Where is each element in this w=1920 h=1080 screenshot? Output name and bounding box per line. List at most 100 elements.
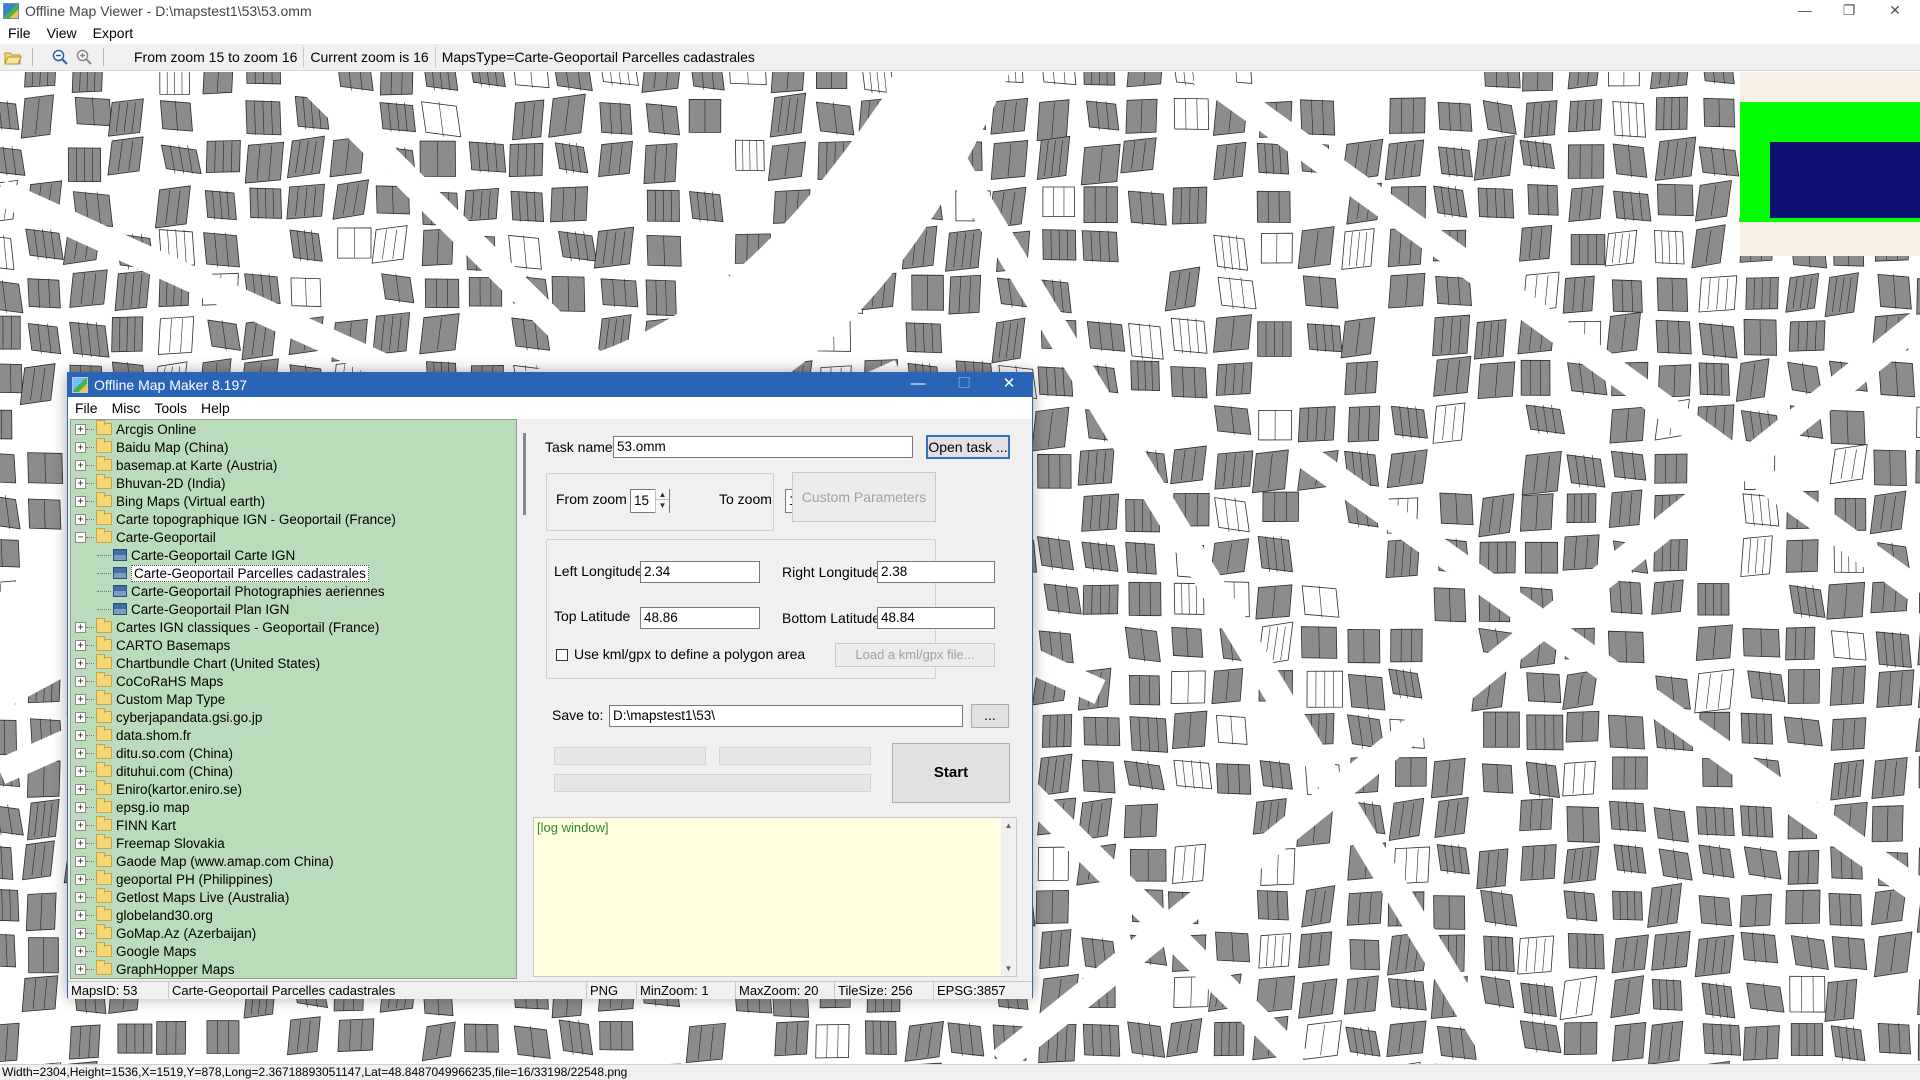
tree-child-item[interactable]: Carte-Geoportail Photographies aeriennes <box>71 582 516 600</box>
minimize-button[interactable]: — <box>1782 0 1828 22</box>
open-task-button[interactable]: Open task ... <box>926 435 1010 459</box>
browse-folder-button[interactable]: ... <box>971 704 1009 728</box>
scroll-down-arrow-icon[interactable]: ▼ <box>1001 961 1016 976</box>
tree-item[interactable]: + Gaode Map (www.amap.com China) <box>71 852 516 870</box>
right-longitude-field[interactable]: 2.38 <box>877 561 995 583</box>
tree-item[interactable]: + Custom Map Type <box>71 690 516 708</box>
tree-item[interactable]: + GraphHopper Maps <box>71 960 516 978</box>
expand-icon[interactable]: + <box>75 765 86 777</box>
tree-item[interactable]: + epsg.io map <box>71 798 516 816</box>
kml-checkbox[interactable] <box>556 649 568 661</box>
expand-icon[interactable]: + <box>75 441 86 453</box>
expand-icon[interactable]: + <box>75 891 86 903</box>
menu-file[interactable]: File <box>0 25 39 41</box>
scroll-up-arrow-icon[interactable]: ▲ <box>1001 818 1016 833</box>
open-folder-icon[interactable] <box>2 46 24 68</box>
tree-item[interactable]: + Baidu Map (China) <box>71 438 516 456</box>
tree-item[interactable]: + Getlost Maps Live (Australia) <box>71 888 516 906</box>
expand-icon[interactable]: + <box>75 513 86 525</box>
expand-icon[interactable]: + <box>75 819 86 831</box>
dialog-close-button[interactable]: ✕ <box>986 373 1032 397</box>
tree-child-item[interactable]: Carte-Geoportail Carte IGN <box>71 546 516 564</box>
tree-item[interactable]: + GoMap.Az (Azerbaijan) <box>71 924 516 942</box>
tree-item[interactable]: + FINN Kart <box>71 816 516 834</box>
expand-icon[interactable]: + <box>75 873 86 885</box>
left-longitude-field[interactable]: 2.34 <box>640 561 760 583</box>
tree-item[interactable]: + globeland30.org <box>71 906 516 924</box>
parcel-block <box>1703 72 1735 85</box>
tree-item[interactable]: + Cartes IGN classiques - Geoportail (Fra… <box>71 618 516 636</box>
close-button[interactable]: ✕ <box>1872 0 1918 22</box>
expand-icon[interactable]: + <box>75 657 86 669</box>
from-zoom-spinbox[interactable]: 15 ▲ ▼ <box>630 489 670 513</box>
dialog-maximize-button[interactable]: ☐ <box>941 373 987 397</box>
tree-item[interactable]: + Google Maps <box>71 942 516 960</box>
expand-icon[interactable]: + <box>75 495 86 507</box>
expand-icon[interactable]: + <box>75 675 86 687</box>
start-button[interactable]: Start <box>892 743 1010 803</box>
zoom-out-icon[interactable] <box>49 46 71 68</box>
expand-icon[interactable]: + <box>75 459 86 471</box>
log-window[interactable]: [log window] ▲ ▼ <box>533 817 1017 977</box>
tree-item[interactable]: + Arcgis Online <box>71 420 516 438</box>
tree-item[interactable]: + Eniro(kartor.eniro.se) <box>71 780 516 798</box>
main-titlebar: Offline Map Viewer - D:\mapstest1\53\53.… <box>0 0 1920 22</box>
expand-icon[interactable]: + <box>75 801 86 813</box>
tree-child-item[interactable]: Carte-Geoportail Plan IGN <box>71 600 516 618</box>
expand-icon[interactable]: + <box>75 783 86 795</box>
tree-item[interactable]: + ditu.so.com (China) <box>71 744 516 762</box>
tree-item[interactable]: + dituhui.com (China) <box>71 762 516 780</box>
expand-icon[interactable]: + <box>75 855 86 867</box>
tree-item[interactable]: + geoportal PH (Philippines) <box>71 870 516 888</box>
top-latitude-field[interactable]: 48.86 <box>640 607 760 629</box>
log-scrollbar[interactable]: ▲ ▼ <box>1001 818 1016 976</box>
expand-icon[interactable]: + <box>75 423 86 435</box>
collapse-icon[interactable]: − <box>75 531 86 543</box>
tree-item[interactable]: + CoCoRaHS Maps <box>71 672 516 690</box>
overview-minimap[interactable] <box>1740 72 1920 256</box>
kml-checkbox-label[interactable]: Use kml/gpx to define a polygon area <box>574 646 805 662</box>
zoom-in-icon[interactable] <box>73 46 95 68</box>
expand-icon[interactable]: + <box>75 747 86 759</box>
overview-viewport[interactable] <box>1770 142 1920 218</box>
expand-icon[interactable]: + <box>75 477 86 489</box>
dialog-menu-file[interactable]: File <box>68 400 105 416</box>
tree-item[interactable]: + Chartbundle Chart (United States) <box>71 654 516 672</box>
tree-item[interactable]: + cyberjapandata.gsi.go.jp <box>71 708 516 726</box>
pane-splitter[interactable] <box>523 433 526 515</box>
tree-item[interactable]: + CARTO Basemaps <box>71 636 516 654</box>
tree-item[interactable]: + Freemap Slovakia <box>71 834 516 852</box>
expand-icon[interactable]: + <box>75 945 86 957</box>
save-to-field[interactable]: D:\mapstest1\53\ <box>609 705 963 727</box>
tree-item[interactable]: + Carte topographique IGN - Geoportail (F… <box>71 510 516 528</box>
map-provider-tree[interactable]: + Arcgis Online + Baidu Map (China) + basemap… <box>70 419 517 979</box>
expand-icon[interactable]: + <box>75 909 86 921</box>
expand-icon[interactable]: + <box>75 693 86 705</box>
from-zoom-spinner[interactable]: ▲ ▼ <box>655 489 669 513</box>
tree-child-item[interactable]: Carte-Geoportail Parcelles cadastrales <box>71 564 516 582</box>
tree-item[interactable]: + Bing Maps (Virtual earth) <box>71 492 516 510</box>
expand-icon[interactable]: + <box>75 621 86 633</box>
expand-icon[interactable]: + <box>75 729 86 741</box>
load-kml-button[interactable]: Load a kml/gpx file... <box>835 643 995 667</box>
dialog-menu-tools[interactable]: Tools <box>147 400 194 416</box>
dialog-menu-help[interactable]: Help <box>194 400 237 416</box>
menu-export[interactable]: Export <box>85 25 141 41</box>
bottom-latitude-field[interactable]: 48.84 <box>877 607 995 629</box>
dialog-menu-misc[interactable]: Misc <box>105 400 148 416</box>
dialog-minimize-button[interactable]: — <box>895 373 941 397</box>
custom-parameters-button[interactable]: Custom Parameters <box>792 472 936 522</box>
task-name-field[interactable]: 53.omm <box>613 436 913 458</box>
expand-icon[interactable]: + <box>75 639 86 651</box>
tree-item[interactable]: + basemap.at Karte (Austria) <box>71 456 516 474</box>
tree-item[interactable]: + Bhuvan-2D (India) <box>71 474 516 492</box>
expand-icon[interactable]: + <box>75 837 86 849</box>
menu-view[interactable]: View <box>39 25 85 41</box>
maximize-button[interactable]: ❐ <box>1826 0 1872 22</box>
expand-icon[interactable]: + <box>75 927 86 939</box>
tree-item[interactable]: − Carte-Geoportail <box>71 528 516 546</box>
tree-item[interactable]: + data.shom.fr <box>71 726 516 744</box>
expand-icon[interactable]: + <box>75 963 86 975</box>
dialog-titlebar[interactable]: Offline Map Maker 8.197 — ☐ ✕ <box>68 373 1032 397</box>
expand-icon[interactable]: + <box>75 711 86 723</box>
